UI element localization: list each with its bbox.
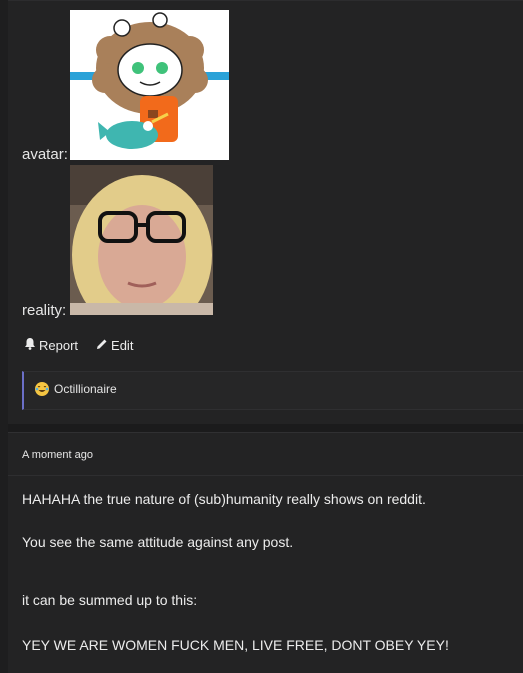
flair-text: Octillionaire (54, 382, 117, 396)
comment-paragraph: it can be summed up to this: (22, 592, 198, 608)
reality-label: reality: (22, 302, 67, 319)
comment-timestamp: A moment ago (22, 449, 93, 461)
avatar-image (70, 10, 229, 160)
post-actions: Report Edit (24, 337, 133, 353)
report-button[interactable]: Report (24, 337, 78, 353)
comment-header: A moment ago (8, 433, 523, 476)
comment-card: A moment ago HAHAHA the true nature of (… (8, 432, 523, 673)
comment-paragraph: YEY WE ARE WOMEN FUCK MEN, LIVE FREE, DO… (22, 637, 449, 653)
comment-paragraph: You see the same attitude against any po… (22, 534, 294, 550)
avatar-label: avatar: (22, 146, 68, 163)
reality-photo (70, 165, 213, 315)
edit-label: Edit (111, 337, 134, 353)
report-label: Report (39, 337, 79, 353)
user-flair[interactable]: Octillionaire (35, 382, 117, 396)
section-divider (8, 424, 523, 432)
bell-icon (24, 337, 36, 353)
laughing-emoji-icon (35, 382, 49, 396)
user-flair-box: Octillionaire (22, 371, 523, 410)
edit-button[interactable]: Edit (96, 337, 133, 353)
pencil-icon (96, 338, 108, 353)
comment-paragraph: HAHAHA the true nature of (sub)humanity … (22, 491, 426, 507)
comment-body: HAHAHA the true nature of (sub)humanity … (22, 489, 517, 655)
